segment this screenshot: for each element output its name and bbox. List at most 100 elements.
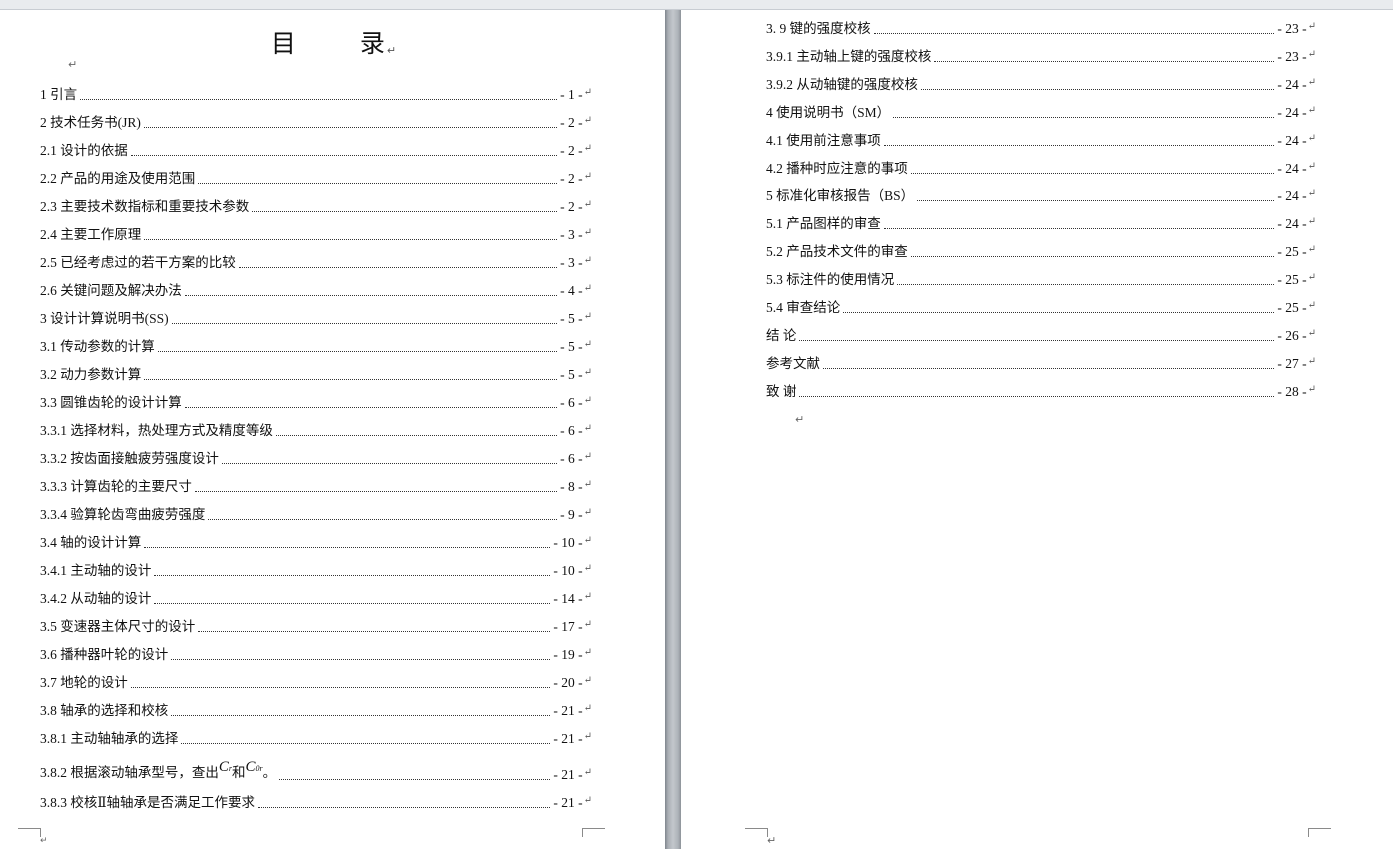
toc-entry-3-8-3[interactable]: 3.8.3 校核Ⅱ轴轴承是否满足工作要求 - 21 - ↵ bbox=[40, 792, 592, 812]
toc-entry-page: - 24 - bbox=[1277, 160, 1307, 176]
toc-entry-label: 3.3.4 验算轮齿弯曲疲劳强度 bbox=[40, 507, 206, 522]
toc-entry[interactable]: 5.4 审查结论 - 25 - ↵ bbox=[766, 297, 1316, 317]
toc-entry[interactable]: 5.2 产品技术文件的审查 - 25 - ↵ bbox=[766, 241, 1316, 261]
toc-entry-page: - 6 - bbox=[560, 451, 583, 466]
paragraph-mark-icon: ↵ bbox=[1307, 104, 1316, 116]
paragraph-mark-icon: ↵ bbox=[1307, 383, 1316, 395]
paragraph-mark-icon: ↵ bbox=[583, 507, 592, 518]
toc-entry-page: - 24 - bbox=[1277, 132, 1307, 148]
toc-entry[interactable]: 4 使用说明书（SM） - 24 - ↵ bbox=[766, 102, 1316, 122]
toc-leader-dots bbox=[799, 395, 1275, 397]
toc-entry[interactable]: 3.3 圆锥齿轮的设计计算 - 6 - ↵ bbox=[40, 392, 592, 412]
symbol-c0r: C0r bbox=[245, 759, 263, 775]
toc-entry[interactable]: 2.1 设计的依据 - 2 - ↵ bbox=[40, 140, 592, 160]
toc-entry[interactable]: 3.2 动力参数计算 - 5 - ↵ bbox=[40, 364, 592, 384]
toc-entry-label: 3.9.2 从动轴键的强度校核 bbox=[766, 76, 918, 92]
toc-entry-page: - 24 - bbox=[1277, 216, 1307, 232]
toc-entry-label: 3.4.1 主动轴的设计 bbox=[40, 563, 152, 578]
toc-leader-dots bbox=[252, 211, 558, 212]
document-page-left[interactable]: 目 录↵ ↵ 1 引言 - 1 - ↵ 2 技术任务书(JR) - 2 - ↵ 2.1 设计… bbox=[0, 10, 665, 849]
toc-entry[interactable]: 3.3.2 按齿面接触疲劳强度设计 - 6 - ↵ bbox=[40, 448, 592, 468]
paragraph-mark-icon: ↵ bbox=[68, 58, 78, 71]
paragraph-mark-icon: ↵ bbox=[1307, 355, 1316, 367]
toc-entry[interactable]: 3 设计计算说明书(SS) - 5 - ↵ bbox=[40, 308, 592, 328]
toc-entry-label: 参考文献 bbox=[766, 355, 820, 371]
toc-entry[interactable]: 2 技术任务书(JR) - 2 - ↵ bbox=[40, 112, 592, 132]
paragraph-mark-icon: ↵ bbox=[1307, 272, 1316, 284]
toc-entry[interactable]: 2.6 关键问题及解决办法 - 4 - ↵ bbox=[40, 280, 592, 300]
toc-leader-dots bbox=[154, 603, 551, 604]
toc-entry-label: 3 设计计算说明书(SS) bbox=[40, 311, 169, 326]
toc-entry[interactable]: 结 论 - 26 - ↵ bbox=[766, 325, 1316, 345]
toc-entry[interactable]: 5 标准化审核报告（BS） - 24 - ↵ bbox=[766, 185, 1316, 205]
toc-entry[interactable]: 2.3 主要技术数指标和重要技术参数 - 2 - ↵ bbox=[40, 196, 592, 216]
paragraph-mark-icon: ↵ bbox=[1307, 327, 1316, 339]
toc-entry[interactable]: 3.3.1 选择材料，热处理方式及精度等级 - 6 - ↵ bbox=[40, 420, 592, 440]
toc-leader-dots bbox=[910, 256, 1275, 258]
toc-entry[interactable]: 3.3.3 计算齿轮的主要尺寸 - 8 - ↵ bbox=[40, 476, 592, 496]
toc-leader-dots bbox=[144, 547, 551, 548]
toc-entry-page: - 27 - bbox=[1277, 355, 1307, 371]
toc-entry[interactable]: 参考文献 - 27 - ↵ bbox=[766, 353, 1316, 373]
toc-entry-page: - 24 - bbox=[1277, 188, 1307, 204]
toc-entry-3-8-2[interactable]: 3.8.2 根据滚动轴承型号，查出Cr和C0r。 - 21 - ↵ bbox=[40, 759, 592, 784]
toc-leader-dots bbox=[823, 367, 1275, 369]
paragraph-mark-icon: ↵ bbox=[1307, 160, 1316, 172]
toc-leader-dots bbox=[157, 351, 558, 352]
toc-entry[interactable]: 3.8 轴承的选择和校核 - 21 - ↵ bbox=[40, 700, 592, 720]
toc-leader-dots bbox=[130, 687, 551, 688]
toc-entry[interactable]: 3.4.1 主动轴的设计 - 10 - ↵ bbox=[40, 560, 592, 580]
margin-crop-mark bbox=[745, 828, 768, 837]
paragraph-mark-icon: ↵ bbox=[583, 479, 592, 490]
toc-entry[interactable]: 2.5 已经考虑过的若干方案的比较 - 3 - ↵ bbox=[40, 252, 592, 272]
toc-entry[interactable]: 3.3.4 验算轮齿弯曲疲劳强度 - 9 - ↵ bbox=[40, 504, 592, 524]
toc-entry[interactable]: 3.6 播种器叶轮的设计 - 19 - ↵ bbox=[40, 644, 592, 664]
toc-entry-label: 3.3 圆锥齿轮的设计计算 bbox=[40, 395, 182, 410]
toc-entry-label: 3.6 播种器叶轮的设计 bbox=[40, 647, 169, 662]
toc-entry-page: - 8 - bbox=[560, 479, 583, 494]
toc-leader-dots bbox=[843, 312, 1275, 313]
toc-leader-dots bbox=[910, 172, 1275, 174]
toc-entry-label: 3.8.2 根据滚动轴承型号，查出Cr和C0r。 bbox=[40, 759, 277, 780]
toc-entry[interactable]: 2.4 主要工作原理 - 3 - ↵ bbox=[40, 224, 592, 244]
toc-entry-label: 1 引言 bbox=[40, 87, 78, 102]
toc-leader-dots bbox=[934, 60, 1275, 62]
toc-entry[interactable]: 3.9.1 主动轴上键的强度校核 - 23 - ↵ bbox=[766, 46, 1316, 66]
toc-leader-dots bbox=[893, 116, 1275, 118]
toc-entry-label: 2.6 关键问题及解决办法 bbox=[40, 283, 182, 298]
paragraph-mark-icon: ↵ bbox=[1307, 132, 1316, 144]
paragraph-mark-icon: ↵ bbox=[1307, 300, 1316, 311]
toc-leader-dots bbox=[198, 183, 558, 184]
toc-entry-page: - 19 - bbox=[553, 647, 583, 662]
toc-leader-dots bbox=[873, 33, 1275, 34]
toc-entry[interactable]: 1 引言 - 1 - ↵ bbox=[40, 84, 592, 104]
toc-entry[interactable]: 5.3 标注件的使用情况 - 25 - ↵ bbox=[766, 269, 1316, 289]
toc-leader-dots bbox=[275, 435, 558, 436]
toc-entry[interactable]: 5.1 产品图样的审查 - 24 - ↵ bbox=[766, 213, 1316, 233]
toc-entry[interactable]: 3.9.2 从动轴键的强度校核 - 24 - ↵ bbox=[766, 74, 1316, 94]
toc-entry[interactable]: 3.5 变速器主体尺寸的设计 - 17 - ↵ bbox=[40, 616, 592, 636]
toc-leader-dots bbox=[258, 807, 551, 808]
toc-entry-page: - 17 - bbox=[553, 619, 583, 634]
toc-entry-page: - 6 - bbox=[560, 395, 583, 410]
toc-entry[interactable]: 3.1 传动参数的计算 - 5 - ↵ bbox=[40, 336, 592, 356]
toc-leader-dots bbox=[171, 659, 551, 660]
toc-entry[interactable]: 2.2 产品的用途及使用范围 - 2 - ↵ bbox=[40, 168, 592, 188]
toc-entry-page: - 5 - bbox=[560, 339, 583, 354]
toc-leader-dots bbox=[154, 575, 551, 576]
toc-entry-label: 5 标准化审核报告（BS） bbox=[766, 188, 915, 204]
toc-leader-dots bbox=[144, 379, 558, 380]
document-page-right[interactable]: 3. 9 键的强度校核 - 23 - ↵ 3.9.1 主动轴上键的强度校核 - 23 -… bbox=[681, 10, 1393, 849]
toc-entry[interactable]: 3.7 地轮的设计 - 20 - ↵ bbox=[40, 672, 592, 692]
toc-entry-page: - 14 - bbox=[553, 591, 583, 606]
toc-entry[interactable]: 3.8.1 主动轴轴承的选择 - 21 - ↵ bbox=[40, 728, 592, 748]
toc-entry[interactable]: 4.1 使用前注意事项 - 24 - ↵ bbox=[766, 130, 1316, 150]
toc-entry[interactable]: 3.4.2 从动轴的设计 - 14 - ↵ bbox=[40, 588, 592, 608]
toc-entry[interactable]: 3. 9 键的强度校核 - 23 - ↵ bbox=[766, 18, 1316, 38]
toc-entry[interactable]: 致 谢 - 28 - ↵ bbox=[766, 381, 1316, 401]
toc-entry-label: 3.8 轴承的选择和校核 bbox=[40, 703, 169, 718]
toc-entry-page: - 25 - bbox=[1277, 300, 1307, 315]
toc-entry[interactable]: 3.4 轴的设计计算 - 10 - ↵ bbox=[40, 532, 592, 552]
toc-entry-page: - 23 - bbox=[1277, 48, 1307, 64]
toc-entry[interactable]: 4.2 播种时应注意的事项 - 24 - ↵ bbox=[766, 158, 1316, 178]
